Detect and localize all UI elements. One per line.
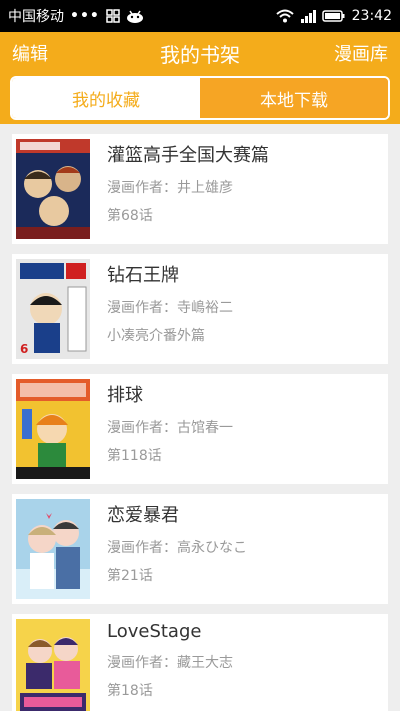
android-icon (126, 9, 144, 23)
tab-local-downloads[interactable]: 本地下载 (200, 78, 388, 118)
app-bar: 编辑 我的书架 漫画库 (0, 32, 400, 74)
tab-strip: 我的收藏 本地下载 (0, 74, 400, 124)
comic-author: 漫画作者： 古馆春一 (107, 417, 233, 437)
comic-item[interactable]: 6 钻石王牌 漫画作者： 寺嶋裕二 小凑亮介番外篇 (12, 254, 388, 364)
comic-cover (16, 499, 90, 599)
author-prefix: 漫画作者： (107, 655, 177, 671)
comic-cover (16, 619, 90, 711)
notification-grid-icon (106, 9, 120, 23)
comic-cover (16, 379, 90, 479)
comic-item[interactable]: LoveStage 漫画作者： 藏王大志 第18话 (12, 614, 388, 711)
clock-time: 23:42 (351, 8, 392, 24)
comic-author: 漫画作者： 寺嶋裕二 (107, 297, 233, 317)
comic-title: 排球 (107, 385, 143, 406)
author-name: 高永ひなこ (177, 540, 247, 556)
comic-title: 钻石王牌 (107, 265, 179, 286)
comic-cover: 6 (16, 259, 90, 359)
signal-dots: ••• (70, 8, 100, 24)
comic-chapter: 小凑亮介番外篇 (107, 328, 205, 344)
carrier-label: 中国移动 (8, 9, 64, 25)
tab-favorites[interactable]: 我的收藏 (12, 78, 200, 118)
author-prefix: 漫画作者： (107, 420, 177, 436)
comic-cover (16, 139, 90, 239)
wifi-icon (275, 9, 294, 23)
comic-author: 漫画作者： 高永ひなこ (107, 537, 247, 557)
segmented-tabs: 我的收藏 本地下载 (10, 76, 390, 120)
cellular-signal-icon (300, 9, 316, 23)
comic-library-button[interactable]: 漫画库 (334, 40, 388, 66)
author-prefix: 漫画作者： (107, 180, 177, 196)
comic-title: 灌篮高手全国大赛篇 (107, 145, 269, 166)
battery-icon (321, 9, 346, 23)
author-prefix: 漫画作者： (107, 300, 177, 316)
edit-button[interactable]: 编辑 (12, 40, 48, 66)
comic-item[interactable]: 排球 漫画作者： 古馆春一 第118话 (12, 374, 388, 484)
comic-item[interactable]: 灌篮高手全国大赛篇 漫画作者： 井上雄彦 第68话 (12, 134, 388, 244)
comic-chapter: 第21话 (107, 568, 153, 584)
comic-author: 漫画作者： 藏王大志 (107, 652, 233, 672)
comic-chapter: 第68话 (107, 208, 153, 224)
svg-text:6: 6 (20, 342, 28, 356)
author-prefix: 漫画作者： (107, 540, 177, 556)
comic-item[interactable]: 恋爱暴君 漫画作者： 高永ひなこ 第21话 (12, 494, 388, 604)
comic-chapter: 第18话 (107, 683, 153, 699)
author-name: 古馆春一 (177, 420, 233, 436)
author-name: 寺嶋裕二 (177, 300, 233, 316)
comic-author: 漫画作者： 井上雄彦 (107, 177, 269, 197)
author-name: 藏王大志 (177, 655, 233, 671)
status-bar: 中国移动 ••• 23:42 (0, 0, 400, 32)
comic-title: 恋爱暴君 (107, 505, 179, 526)
author-name: 井上雄彦 (177, 180, 233, 196)
comic-chapter: 第118话 (107, 448, 162, 464)
comic-title: LoveStage (107, 621, 202, 642)
comic-list: 灌篮高手全国大赛篇 漫画作者： 井上雄彦 第68话 6 钻石王牌 漫画作者： 寺嶋裕… (0, 124, 400, 711)
